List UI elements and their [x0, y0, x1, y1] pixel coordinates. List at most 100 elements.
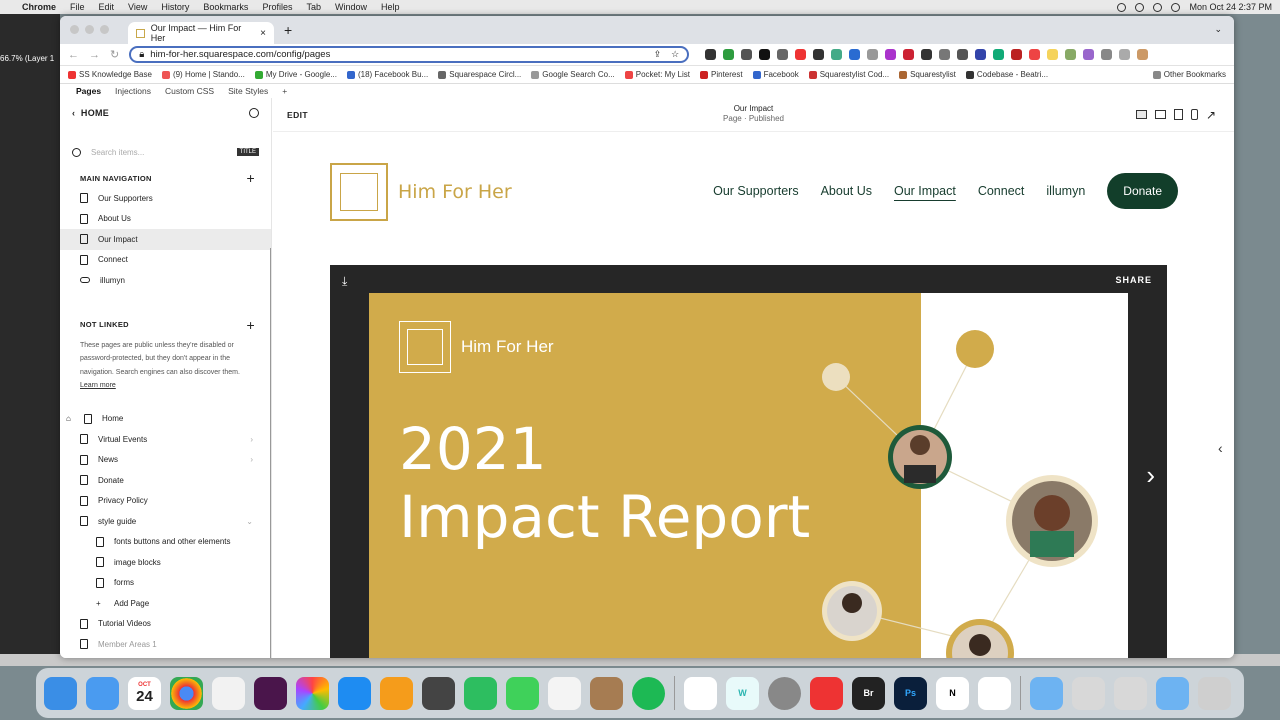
status-icon[interactable]	[1117, 2, 1127, 12]
extension-icon[interactable]	[741, 49, 753, 60]
printer-icon[interactable]	[422, 676, 455, 710]
webflow-icon[interactable]: W	[726, 676, 759, 710]
question-icon[interactable]	[1114, 676, 1147, 710]
1password-icon[interactable]	[978, 676, 1011, 710]
menu-bookmarks[interactable]: Bookmarks	[203, 2, 248, 12]
sidebar-item-image-blocks[interactable]: image blocks	[60, 552, 271, 573]
extension-icon[interactable]	[885, 49, 897, 60]
nav-illumyn[interactable]: illumyn	[1046, 184, 1085, 198]
menu-view[interactable]: View	[128, 2, 147, 12]
search-icon[interactable]	[1171, 2, 1181, 12]
menu-window[interactable]: Window	[335, 2, 367, 12]
extension-icon[interactable]	[939, 49, 951, 60]
calendar-icon[interactable]: OCT 24	[128, 676, 161, 710]
zoom-window-button[interactable]	[100, 25, 109, 34]
minimize-window-button[interactable]	[85, 25, 94, 34]
extension-icon[interactable]	[723, 49, 735, 60]
nav-our-supporters[interactable]: Our Supporters	[713, 184, 798, 198]
sidebar-item-member-areas[interactable]: Member Areas 1	[60, 634, 271, 655]
extension-icon[interactable]	[921, 49, 933, 60]
share-icon[interactable]: ⇪	[654, 49, 662, 60]
creative-cloud-icon[interactable]	[810, 676, 843, 710]
bridge-icon[interactable]: Br	[852, 676, 885, 710]
bookmark-item[interactable]: SS Knowledge Base	[68, 70, 152, 79]
app-store-icon[interactable]	[338, 676, 371, 710]
close-window-button[interactable]	[70, 25, 79, 34]
chrome-icon[interactable]	[170, 676, 203, 710]
pages-icon[interactable]	[380, 676, 413, 710]
menu-help[interactable]: Help	[381, 2, 400, 12]
sidebar-search[interactable]: Search items... TITLE	[72, 142, 259, 162]
sidebar-item-virtual-events[interactable]: Virtual Events ›	[60, 429, 271, 450]
clock[interactable]: Mon Oct 24 2:37 PM	[1189, 2, 1272, 12]
extension-icon[interactable]	[831, 49, 843, 60]
nav-connect[interactable]: Connect	[978, 184, 1025, 198]
bookmark-item[interactable]: (18) Facebook Bu...	[346, 70, 428, 79]
add-page-button[interactable]: + Add Page	[60, 593, 271, 614]
bookmark-item[interactable]: Codebase - Beatri...	[965, 70, 1048, 79]
sidebar-item-news[interactable]: News ›	[60, 450, 271, 471]
back-icon[interactable]: ←	[68, 49, 79, 61]
sidebar-item-home[interactable]: ⌂ Home	[60, 409, 271, 430]
photoshop-icon[interactable]: Ps	[894, 676, 927, 710]
extension-icon[interactable]	[993, 49, 1005, 60]
add-page-icon[interactable]: +	[247, 317, 255, 333]
extension-icon[interactable]	[1011, 49, 1023, 60]
new-tab-button[interactable]: +	[284, 22, 292, 38]
extension-icon[interactable]	[903, 49, 915, 60]
tab-search-icon[interactable]: ⌄	[1214, 24, 1222, 35]
extension-icon[interactable]	[759, 49, 771, 60]
bookmark-item[interactable]: My Drive - Google...	[254, 70, 337, 79]
extension-icon[interactable]	[1101, 49, 1113, 60]
sidebar-item-connect[interactable]: Connect	[60, 250, 271, 271]
tab-injections[interactable]: Injections	[115, 86, 151, 96]
extension-icon[interactable]	[777, 49, 789, 60]
trash-icon[interactable]	[1198, 676, 1231, 710]
menu-file[interactable]: File	[70, 2, 85, 12]
bookmark-item[interactable]: Pocket: My List	[624, 70, 690, 79]
menu-edit[interactable]: Edit	[99, 2, 115, 12]
address-bar[interactable]: 🔒︎ him-for-her.squarespace.com/config/pa…	[129, 46, 690, 63]
add-page-icon[interactable]: +	[247, 170, 255, 186]
wifi-icon[interactable]	[1153, 2, 1163, 12]
bookmark-item[interactable]: Squarestylist	[899, 70, 956, 79]
nav-our-impact[interactable]: Our Impact	[894, 184, 956, 198]
menu-chrome[interactable]: Chrome	[22, 2, 56, 12]
back-home-button[interactable]: ‹ HOME	[72, 108, 109, 118]
textedit-icon[interactable]	[548, 676, 581, 710]
tab-custom-css[interactable]: Custom CSS	[165, 86, 214, 96]
sidebar-item-forms[interactable]: forms	[60, 573, 271, 594]
sidebar-item-illumyn[interactable]: illumyn	[60, 270, 271, 291]
system-preferences-icon[interactable]	[768, 676, 801, 710]
sidebar-item-style-guide[interactable]: style guide ⌄	[60, 511, 271, 532]
extension-icon[interactable]	[849, 49, 861, 60]
sidebar-item-our-impact[interactable]: Our Impact	[60, 229, 271, 250]
sidebar-scrollbar[interactable]	[270, 248, 271, 658]
chevron-right-icon[interactable]: ›	[1146, 460, 1155, 491]
bookmark-item[interactable]: Squarestylist Cod...	[808, 70, 889, 79]
contacts-icon[interactable]	[590, 676, 623, 710]
add-tab-button[interactable]: +	[282, 86, 287, 96]
menu-tab[interactable]: Tab	[306, 2, 321, 12]
chevron-left-icon[interactable]: ‹	[1218, 440, 1223, 456]
launchpad-icon[interactable]	[212, 676, 245, 710]
avatar[interactable]	[1137, 49, 1149, 60]
sidebar-item-tutorial-videos[interactable]: Tutorial Videos	[60, 614, 271, 635]
extension-icon[interactable]	[867, 49, 879, 60]
status-icon[interactable]	[1135, 2, 1145, 12]
extension-icon[interactable]	[1065, 49, 1077, 60]
sidebar-item-about-us[interactable]: About Us	[60, 209, 271, 230]
messages-icon[interactable]	[506, 676, 539, 710]
extension-icon[interactable]	[1047, 49, 1059, 60]
spotify-icon[interactable]	[632, 676, 665, 710]
photos-icon[interactable]	[296, 676, 329, 710]
learn-more-link[interactable]: Learn more	[80, 382, 116, 389]
puzzle-icon[interactable]	[1119, 49, 1131, 60]
bookmark-item[interactable]: (9) Home | Stando...	[161, 70, 245, 79]
mail-icon[interactable]	[86, 676, 119, 710]
tab-pages[interactable]: Pages	[76, 86, 101, 96]
forward-icon[interactable]: →	[89, 49, 100, 61]
sidebar-item-privacy-policy[interactable]: Privacy Policy	[60, 491, 271, 512]
sidebar-item-donate[interactable]: Donate	[60, 470, 271, 491]
question-icon[interactable]	[1072, 676, 1105, 710]
